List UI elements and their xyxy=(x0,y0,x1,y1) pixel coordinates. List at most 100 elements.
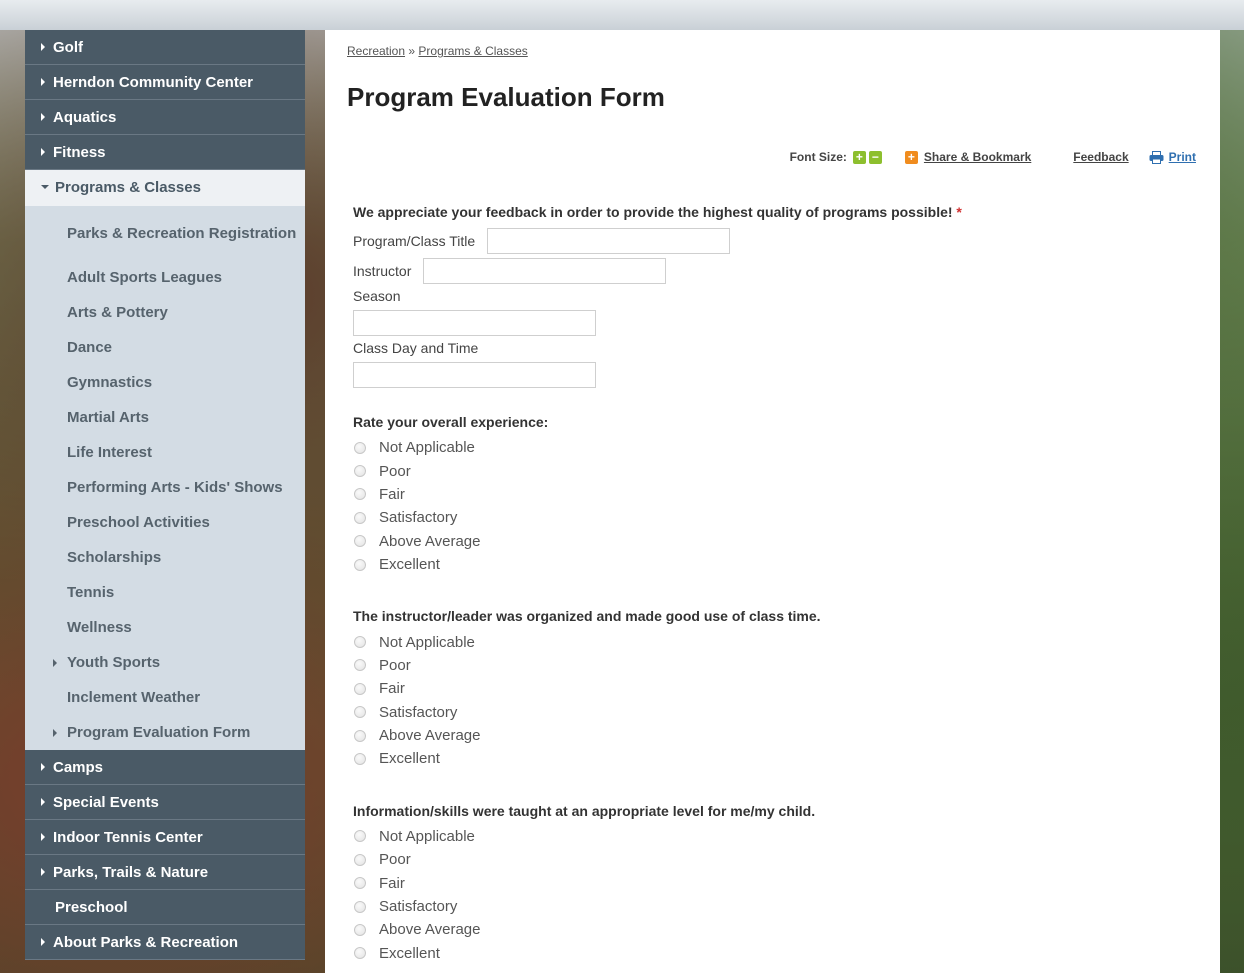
radio-option[interactable]: Excellent xyxy=(353,942,1193,965)
radio-button[interactable] xyxy=(354,659,366,672)
sidebar-subitem-label: Adult Sports Leagues xyxy=(67,269,223,286)
sidebar-item-label: About Parks & Recreation xyxy=(53,934,239,951)
radio-button[interactable] xyxy=(354,947,366,960)
sidebar-item-special-events[interactable]: Special Events xyxy=(25,785,305,820)
radio-option-label: Excellent xyxy=(379,944,440,962)
sidebar-subitem-label: Gymnastics xyxy=(67,374,153,391)
question-text: Information/skills were taught at an app… xyxy=(353,802,816,819)
sidebar-item-fitness[interactable]: Fitness xyxy=(25,135,305,170)
radio-button[interactable] xyxy=(354,535,366,548)
form-intro-text: We appreciate your feedback in order to … xyxy=(353,204,953,220)
radio-button[interactable] xyxy=(354,877,366,890)
sidebar-subitem-gymnastics[interactable]: Gymnastics xyxy=(25,365,305,400)
sidebar-subitem-dance[interactable]: Dance xyxy=(25,330,305,365)
sidebar-subitem-registration[interactable]: Parks & Recreation Registration xyxy=(25,206,305,260)
sidebar-item-golf[interactable]: Golf xyxy=(25,30,305,65)
breadcrumb-link-recreation[interactable]: Recreation xyxy=(347,44,405,58)
radio-option[interactable]: Poor xyxy=(353,848,1193,871)
sidebar-subitem-tennis[interactable]: Tennis xyxy=(25,575,305,610)
sidebar-subitem-wellness[interactable]: Wellness xyxy=(25,610,305,645)
sidebar-subitem-martial-arts[interactable]: Martial Arts xyxy=(25,400,305,435)
radio-button[interactable] xyxy=(354,923,366,936)
radio-option[interactable]: Satisfactory xyxy=(353,895,1193,918)
radio-option[interactable]: Not Applicable xyxy=(353,630,1193,653)
radio-option[interactable]: Poor xyxy=(353,459,1193,482)
radio-button[interactable] xyxy=(354,558,366,571)
sidebar-item-label: Programs & Classes xyxy=(55,179,201,196)
radio-option-label: Fair xyxy=(379,874,405,892)
radio-button[interactable] xyxy=(354,488,366,501)
breadcrumb-link-programs-classes[interactable]: Programs & Classes xyxy=(418,44,527,58)
radio-option[interactable]: Excellent xyxy=(353,747,1193,770)
caret-right-icon xyxy=(41,938,45,946)
radio-button[interactable] xyxy=(354,706,366,719)
sidebar-item-label: Camps xyxy=(53,759,104,776)
instructor-input[interactable] xyxy=(423,258,667,284)
program-title-label: Program/Class Title xyxy=(353,233,476,249)
radio-button[interactable] xyxy=(354,729,366,742)
radio-option-label: Not Applicable xyxy=(379,439,475,457)
radio-option[interactable]: Above Average xyxy=(353,918,1193,941)
radio-option[interactable]: Excellent xyxy=(353,553,1193,576)
radio-button[interactable] xyxy=(354,900,366,913)
radio-option[interactable]: Above Average xyxy=(353,724,1193,747)
program-title-input[interactable] xyxy=(487,228,731,254)
font-decrease-icon[interactable]: − xyxy=(868,150,882,164)
rating-question: Information/skills were taught at an app… xyxy=(353,803,1193,965)
radio-option[interactable]: Not Applicable xyxy=(353,825,1193,848)
radio-button[interactable] xyxy=(354,830,366,843)
sidebar-subitem-performing-arts[interactable]: Performing Arts - Kids' Shows xyxy=(25,470,305,505)
radio-button[interactable] xyxy=(354,636,366,649)
radio-option[interactable]: Satisfactory xyxy=(353,506,1193,529)
sidebar-item-label: Indoor Tennis Center xyxy=(53,829,203,846)
radio-option[interactable]: Poor xyxy=(353,654,1193,677)
radio-button[interactable] xyxy=(354,752,366,765)
printer-icon[interactable] xyxy=(1149,150,1164,164)
feedback-link[interactable]: Feedback xyxy=(1073,150,1128,164)
sidebar-item-about-parks-recreation[interactable]: About Parks & Recreation xyxy=(25,925,305,960)
sidebar-subitem-inclement-weather[interactable]: Inclement Weather xyxy=(25,680,305,715)
radio-option[interactable]: Fair xyxy=(353,677,1193,700)
sidebar-item-camps[interactable]: Camps xyxy=(25,750,305,785)
sidebar-subitem-label: Martial Arts xyxy=(67,409,149,426)
sidebar-subitem-label: Youth Sports xyxy=(67,654,161,671)
sidebar-subitem-arts-pottery[interactable]: Arts & Pottery xyxy=(25,295,305,330)
sidebar-subitem-adult-sports[interactable]: Adult Sports Leagues xyxy=(25,260,305,295)
sidebar-item-indoor-tennis-center[interactable]: Indoor Tennis Center xyxy=(25,820,305,855)
print-link[interactable]: Print xyxy=(1169,150,1196,164)
radio-button[interactable] xyxy=(354,441,366,454)
radio-option[interactable]: Not Applicable xyxy=(353,436,1193,459)
sidebar-item-parks-trails-nature[interactable]: Parks, Trails & Nature xyxy=(25,855,305,890)
season-input[interactable] xyxy=(353,310,596,336)
sidebar-subitem-preschool-activities[interactable]: Preschool Activities xyxy=(25,505,305,540)
share-bookmark-link[interactable]: Share & Bookmark xyxy=(924,150,1031,164)
radio-option[interactable]: Above Average xyxy=(353,530,1193,553)
sidebar-item-programs-classes[interactable]: Programs & Classes xyxy=(25,170,305,206)
sidebar-item-label: Herndon Community Center xyxy=(53,74,254,91)
sidebar-subitem-program-evaluation-form[interactable]: Program Evaluation Form xyxy=(25,715,305,750)
radio-button[interactable] xyxy=(354,853,366,866)
caret-right-icon xyxy=(41,798,45,806)
sidebar-item-preschool[interactable]: Preschool xyxy=(25,890,305,925)
radio-option[interactable]: Fair xyxy=(353,483,1193,506)
sidebar-subitem-label: Performing Arts - Kids' Shows xyxy=(67,479,283,496)
sidebar-item-herndon-community-center[interactable]: Herndon Community Center xyxy=(25,65,305,100)
background-sky xyxy=(0,0,1244,30)
radio-option-label: Satisfactory xyxy=(379,509,458,527)
class-day-label: Class Day and Time xyxy=(353,340,479,356)
radio-option[interactable]: Satisfactory xyxy=(353,701,1193,724)
sidebar-subitem-youth-sports[interactable]: Youth Sports xyxy=(25,645,305,680)
radio-button[interactable] xyxy=(354,682,366,695)
evaluation-form: We appreciate your feedback in order to … xyxy=(353,204,1193,965)
caret-right-icon xyxy=(53,728,57,737)
sidebar-subitem-scholarships[interactable]: Scholarships xyxy=(25,540,305,575)
radio-button[interactable] xyxy=(354,511,366,524)
font-increase-icon[interactable]: + xyxy=(852,150,866,164)
class-day-input[interactable] xyxy=(353,362,596,388)
caret-right-icon xyxy=(41,868,45,876)
radio-option[interactable]: Fair xyxy=(353,871,1193,894)
sidebar-subitem-label: Tennis xyxy=(67,584,115,601)
sidebar-item-aquatics[interactable]: Aquatics xyxy=(25,100,305,135)
sidebar-subitem-life-interest[interactable]: Life Interest xyxy=(25,435,305,470)
radio-button[interactable] xyxy=(354,465,366,478)
